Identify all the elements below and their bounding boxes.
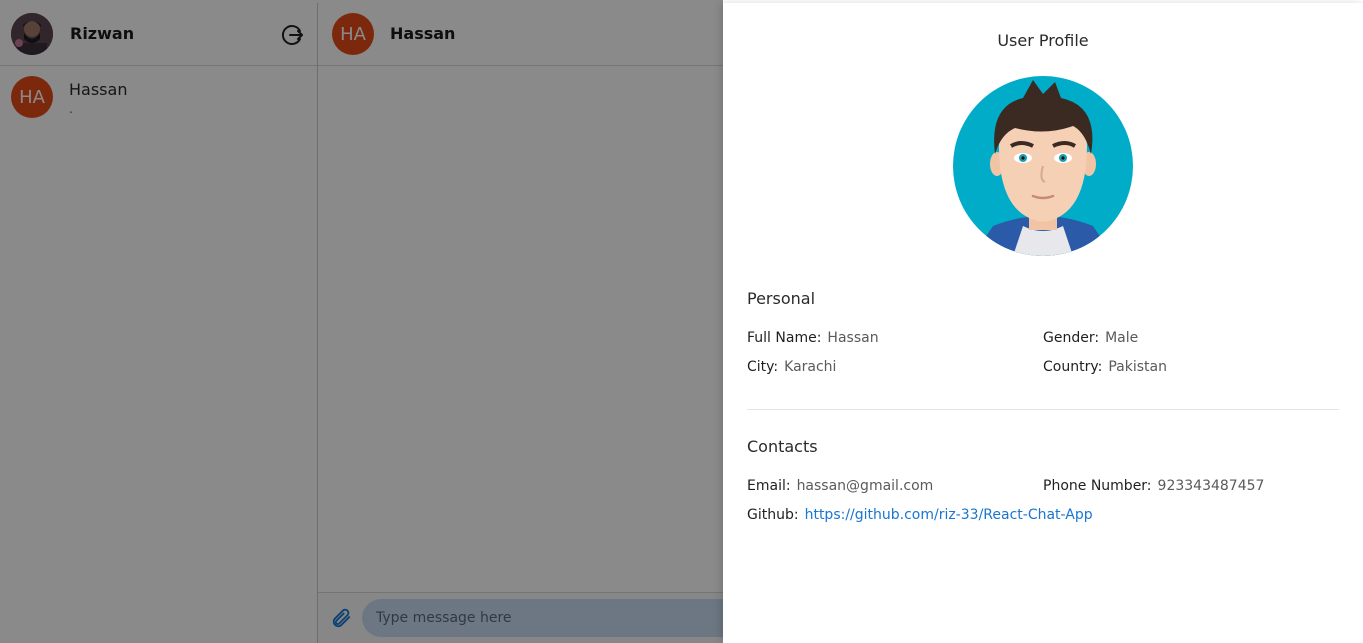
city-label: City:	[747, 359, 779, 375]
user-profile-drawer: User Profile Personal Full Name: Hassan …	[723, 3, 1363, 643]
drawer-backdrop[interactable]	[0, 0, 723, 643]
phone-field: Phone Number: 923343487457	[1043, 478, 1264, 494]
drawer-title: User Profile	[997, 31, 1089, 50]
contacts-section-heading: Contacts	[747, 437, 818, 456]
github-label: Github:	[747, 507, 799, 523]
email-label: Email:	[747, 478, 791, 494]
phone-label: Phone Number:	[1043, 478, 1152, 494]
full-name-label: Full Name:	[747, 330, 822, 346]
city-value: Karachi	[784, 359, 837, 375]
email-field: Email: hassan@gmail.com	[747, 478, 933, 494]
section-divider	[747, 409, 1339, 410]
country-label: Country:	[1043, 359, 1103, 375]
country-value: Pakistan	[1108, 359, 1167, 375]
github-field: Github: https://github.com/riz-33/React-C…	[747, 507, 1093, 523]
full-name-value: Hassan	[827, 330, 879, 346]
email-value: hassan@gmail.com	[796, 478, 934, 494]
profile-avatar	[953, 76, 1133, 256]
chat-app: Rizwan HA Hassan . HA Hassan Type messag…	[0, 0, 1363, 643]
personal-section-heading: Personal	[747, 289, 816, 308]
gender-field: Gender: Male	[1043, 330, 1138, 346]
full-name-field: Full Name: Hassan	[747, 330, 879, 346]
city-field: City: Karachi	[747, 359, 836, 375]
country-field: Country: Pakistan	[1043, 359, 1167, 375]
gender-value: Male	[1105, 330, 1139, 346]
phone-value: 923343487457	[1157, 478, 1265, 494]
gender-label: Gender:	[1043, 330, 1100, 346]
github-link[interactable]: https://github.com/riz-33/React-Chat-App	[805, 507, 1093, 523]
